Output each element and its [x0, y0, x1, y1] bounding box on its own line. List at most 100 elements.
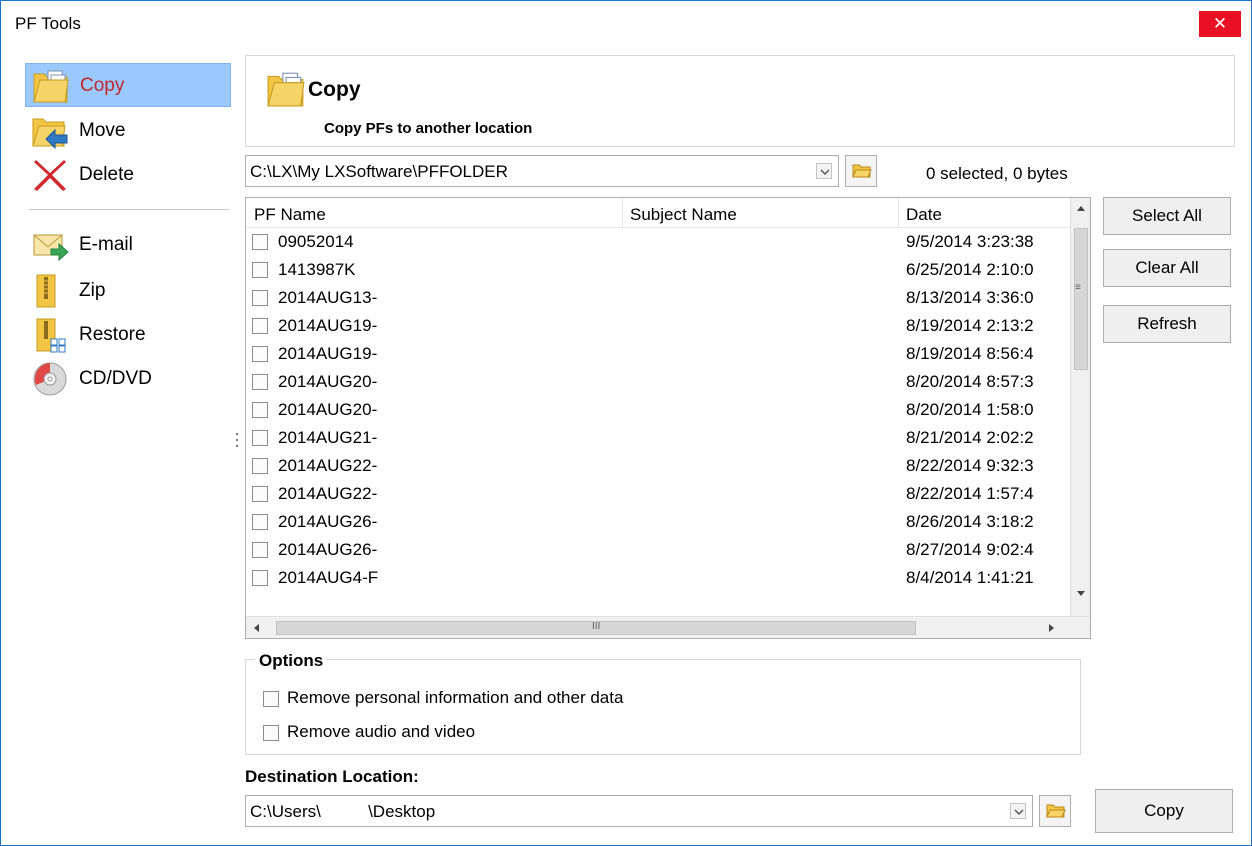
delete-x-icon — [31, 157, 69, 193]
scroll-up-button[interactable] — [1071, 198, 1090, 220]
sidebar-item-cd-dvd[interactable]: CD/DVD — [25, 357, 231, 401]
table-row[interactable]: 2014AUG13- 8/13/2014 3:36:0 — [246, 284, 1072, 312]
sidebar-item-label: Move — [79, 120, 126, 141]
date-cell: 6/25/2014 2:10:0 — [906, 260, 1034, 279]
row-checkbox[interactable] — [252, 570, 268, 586]
column-header-subject-name[interactable]: Subject Name — [630, 205, 737, 225]
vertical-scrollbar[interactable]: ≡ — [1070, 198, 1090, 616]
clear-all-button[interactable]: Clear All — [1103, 249, 1231, 287]
table-row[interactable]: 2014AUG26- 8/27/2014 9:02:4 — [246, 536, 1072, 564]
pf-name-cell: 2014AUG26- — [278, 540, 378, 559]
column-header-date[interactable]: Date — [906, 205, 942, 225]
scroll-down-button[interactable] — [1071, 582, 1090, 604]
move-folder-icon — [31, 113, 69, 150]
restore-folder-icon — [31, 317, 69, 353]
row-checkbox[interactable] — [252, 486, 268, 502]
title-bar: PF Tools ✕ — [1, 1, 1251, 47]
remove-audio-video-label: Remove audio and video — [287, 722, 476, 741]
row-checkbox[interactable] — [252, 234, 268, 250]
row-checkbox[interactable] — [252, 430, 268, 446]
table-row[interactable]: 09052014 9/5/2014 3:23:38 — [246, 228, 1072, 256]
close-button[interactable]: ✕ — [1199, 11, 1241, 37]
table-row[interactable]: 2014AUG20- 8/20/2014 1:58:0 — [246, 396, 1072, 424]
open-folder-icon — [1046, 804, 1066, 818]
sidebar-item-label: E-mail — [79, 234, 133, 255]
table-row[interactable]: 2014AUG26- 8/26/2014 3:18:2 — [246, 508, 1072, 536]
destination-label: Destination Location: — [245, 767, 419, 786]
pf-name-cell: 2014AUG19- — [278, 316, 378, 335]
table-row[interactable]: 2014AUG21- 8/21/2014 2:02:2 — [246, 424, 1072, 452]
date-cell: 8/22/2014 9:32:3 — [906, 456, 1034, 475]
date-cell: 8/19/2014 8:56:4 — [906, 344, 1034, 363]
window-title: PF Tools — [15, 14, 81, 33]
copy-folder-icon — [32, 68, 70, 104]
pf-name-cell: 2014AUG22- — [278, 484, 378, 503]
sidebar-item-label: Restore — [79, 324, 146, 345]
refresh-button[interactable]: Refresh — [1103, 305, 1231, 343]
sidebar-item-delete[interactable]: Delete — [25, 153, 231, 197]
header-panel: Copy Copy PFs to another location — [245, 55, 1235, 147]
row-checkbox[interactable] — [252, 542, 268, 558]
sidebar-item-restore[interactable]: Restore — [25, 313, 231, 357]
sidebar-item-zip[interactable]: Zip — [25, 269, 231, 313]
pf-name-cell: 09052014 — [278, 232, 354, 251]
date-cell: 8/27/2014 9:02:4 — [906, 540, 1034, 559]
list-header: PF Name Subject Name Date — [246, 198, 1070, 228]
pf-tools-window: PF Tools ✕ Copy Move Delete E-mail Zip R… — [0, 0, 1252, 846]
column-header-pf-name[interactable]: PF Name — [254, 205, 326, 225]
pf-name-cell: 2014AUG13- — [278, 288, 378, 307]
chevron-down-icon[interactable] — [1010, 803, 1026, 819]
sidebar-divider — [29, 209, 229, 210]
list-body: 09052014 9/5/2014 3:23:38 1413987K 6/25/201… — [246, 228, 1072, 614]
date-cell: 8/22/2014 1:57:4 — [906, 484, 1034, 503]
browse-source-button[interactable] — [845, 155, 877, 187]
row-checkbox[interactable] — [252, 458, 268, 474]
remove-audio-video-checkbox[interactable] — [263, 725, 279, 741]
table-row[interactable]: 2014AUG22- 8/22/2014 1:57:4 — [246, 480, 1072, 508]
sidebar: Copy Move Delete E-mail Zip Restore CD/D… — [25, 61, 235, 821]
date-cell: 9/5/2014 3:23:38 — [906, 232, 1034, 251]
row-checkbox[interactable] — [252, 402, 268, 418]
row-checkbox[interactable] — [252, 374, 268, 390]
sidebar-item-label: Copy — [80, 75, 125, 96]
source-path-value: C:\LX\My LXSoftware\PFFOLDER — [250, 162, 508, 181]
destination-path-combo[interactable]: C:\Users\ \Desktop — [245, 795, 1033, 827]
table-row[interactable]: 2014AUG19- 8/19/2014 2:13:2 — [246, 312, 1072, 340]
cd-dvd-icon — [31, 361, 69, 397]
date-cell: 8/20/2014 1:58:0 — [906, 400, 1034, 419]
pf-name-cell: 1413987K — [278, 260, 356, 279]
scroll-right-button[interactable] — [1040, 617, 1062, 638]
sidebar-item-label: Delete — [79, 164, 134, 185]
sidebar-item-copy[interactable]: Copy — [25, 63, 231, 107]
copy-button[interactable]: Copy — [1095, 789, 1233, 833]
table-row[interactable]: 2014AUG22- 8/22/2014 9:32:3 — [246, 452, 1072, 480]
select-all-button[interactable]: Select All — [1103, 197, 1231, 235]
row-checkbox[interactable] — [252, 318, 268, 334]
splitter-handle[interactable] — [235, 433, 239, 453]
sidebar-item-move[interactable]: Move — [25, 109, 231, 153]
table-row[interactable]: 2014AUG4-F 8/4/2014 1:41:21 — [246, 564, 1072, 592]
pf-name-cell: 2014AUG26- — [278, 512, 378, 531]
pf-list[interactable]: PF Name Subject Name Date 09052014 9/5/20… — [245, 197, 1091, 639]
scroll-left-button[interactable] — [246, 617, 268, 638]
zip-folder-icon — [31, 273, 69, 309]
pf-name-cell: 2014AUG21- — [278, 428, 378, 447]
sidebar-item-email[interactable]: E-mail — [25, 223, 231, 267]
row-checkbox[interactable] — [252, 262, 268, 278]
horizontal-scrollbar[interactable]: III — [246, 616, 1090, 638]
row-checkbox[interactable] — [252, 290, 268, 306]
table-row[interactable]: 2014AUG20- 8/20/2014 8:57:3 — [246, 368, 1072, 396]
row-checkbox[interactable] — [252, 346, 268, 362]
options-legend: Options — [255, 651, 328, 671]
row-checkbox[interactable] — [252, 514, 268, 530]
table-row[interactable]: 1413987K 6/25/2014 2:10:0 — [246, 256, 1072, 284]
source-path-combo[interactable]: C:\LX\My LXSoftware\PFFOLDER — [245, 155, 839, 187]
remove-personal-info-checkbox[interactable] — [263, 691, 279, 707]
vertical-scroll-thumb[interactable] — [1074, 228, 1088, 370]
chevron-down-icon[interactable] — [816, 163, 832, 179]
browse-destination-button[interactable] — [1039, 795, 1071, 827]
table-row[interactable]: 2014AUG19- 8/19/2014 8:56:4 — [246, 340, 1072, 368]
pf-name-cell: 2014AUG20- — [278, 400, 378, 419]
selection-status: 0 selected, 0 bytes — [926, 164, 1068, 183]
page-description: Copy PFs to another location — [324, 120, 533, 137]
